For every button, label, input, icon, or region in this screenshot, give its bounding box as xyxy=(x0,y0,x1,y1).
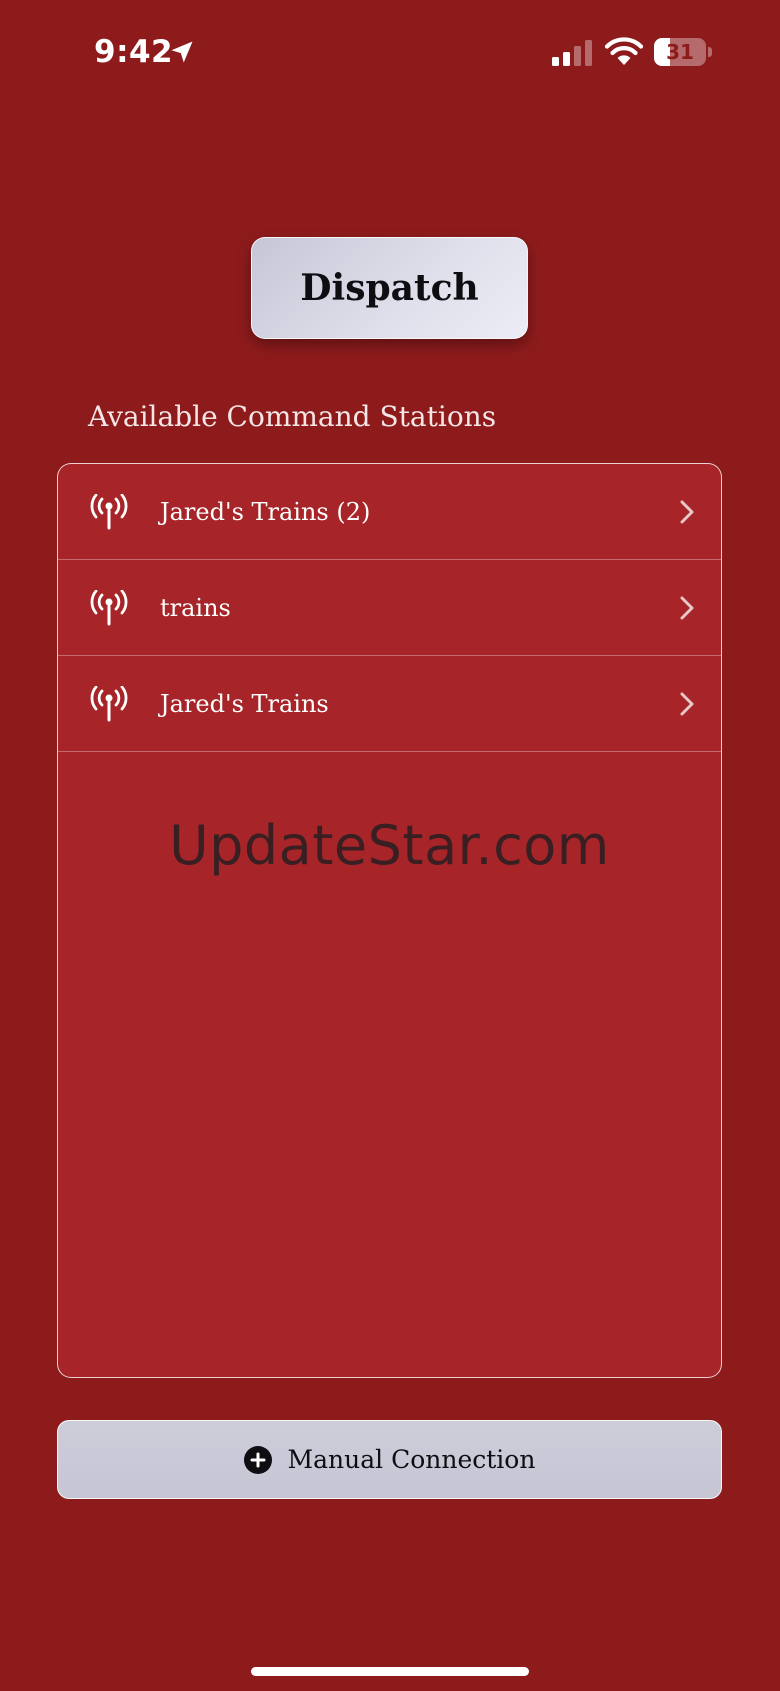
chevron-right-icon xyxy=(680,500,694,524)
manual-connection-label: Manual Connection xyxy=(287,1445,536,1474)
battery-body: 31 xyxy=(654,38,706,66)
status-time: 9:42 xyxy=(94,34,174,70)
section-heading: Available Command Stations xyxy=(88,400,497,433)
battery-tip xyxy=(708,47,712,57)
station-row[interactable]: Jared's Trains xyxy=(58,656,721,752)
watermark: UpdateStar.com xyxy=(169,814,610,877)
location-arrow-icon xyxy=(171,41,193,63)
station-name: Jared's Trains (2) xyxy=(160,498,371,526)
command-station-list: Jared's Trains (2) trains Jared's Trains xyxy=(57,463,722,1378)
antenna-icon xyxy=(90,686,128,722)
dispatch-title-button[interactable]: Dispatch xyxy=(251,237,528,339)
station-name: Jared's Trains xyxy=(160,690,329,718)
station-row[interactable]: trains xyxy=(58,560,721,656)
plus-circle-icon xyxy=(243,1445,272,1474)
station-row[interactable]: Jared's Trains (2) xyxy=(58,464,721,560)
antenna-icon xyxy=(90,590,128,626)
station-name: trains xyxy=(160,594,231,622)
manual-connection-button[interactable]: Manual Connection xyxy=(57,1420,722,1499)
antenna-icon xyxy=(90,494,128,530)
home-indicator[interactable] xyxy=(251,1667,529,1676)
chevron-right-icon xyxy=(680,692,694,716)
app-title: Dispatch xyxy=(300,267,479,309)
wifi-icon xyxy=(604,37,644,65)
battery-icon: 31 xyxy=(654,38,712,66)
status-bar: 9:42 31 xyxy=(0,0,780,110)
battery-level: 31 xyxy=(666,40,694,64)
chevron-right-icon xyxy=(680,596,694,620)
cellular-signal-icon xyxy=(552,40,592,66)
